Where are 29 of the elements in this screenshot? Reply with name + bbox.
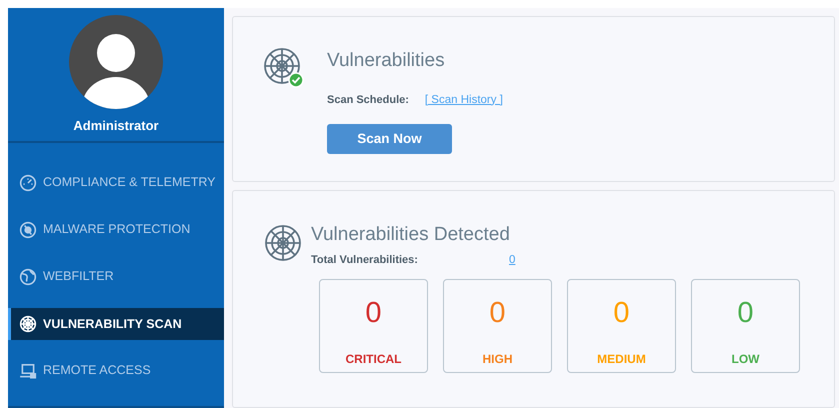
sidebar-item[interactable]: MALWARE PROTECTION bbox=[8, 206, 224, 253]
severity-label: MEDIUM bbox=[597, 350, 646, 368]
severity-count: 0 bbox=[365, 296, 382, 331]
sidebar-item[interactable]: REMOTE ACCESS bbox=[8, 347, 224, 394]
radar-check-icon bbox=[263, 47, 305, 89]
sidebar-item[interactable]: COMPLIANCE & TELEMETRY bbox=[8, 159, 224, 206]
sidebar-item[interactable]: WEBFILTER bbox=[8, 253, 224, 300]
laptop-lock-icon bbox=[19, 362, 37, 380]
scan-now-button[interactable]: Scan Now bbox=[327, 124, 452, 154]
card-title: Vulnerabilities Detected bbox=[311, 223, 511, 247]
card-title: Vulnerabilities bbox=[327, 49, 446, 73]
severity-count: 0 bbox=[489, 296, 506, 331]
shield-icon bbox=[19, 220, 37, 238]
globe-icon bbox=[19, 268, 37, 286]
scan-schedule-label: Scan Schedule: bbox=[327, 92, 409, 108]
scan-history-link[interactable]: [ Scan History ] bbox=[424, 92, 503, 109]
gauge-icon bbox=[19, 174, 37, 192]
severity-label: LOW bbox=[732, 350, 760, 368]
user-name: Administrator bbox=[73, 117, 159, 135]
severity-count: 0 bbox=[737, 296, 754, 331]
radar-icon bbox=[263, 223, 303, 263]
total-label: Total Vulnerabilities: bbox=[311, 252, 419, 268]
severity-count: 0 bbox=[613, 296, 630, 331]
severity-label: CRITICAL bbox=[346, 350, 402, 368]
total-count-link[interactable]: 0 bbox=[509, 252, 516, 269]
sidebar-item[interactable]: VULNERABILITY SCAN bbox=[8, 308, 224, 340]
severity-label: HIGH bbox=[482, 350, 512, 368]
avatar-icon bbox=[69, 15, 163, 109]
radar-icon bbox=[19, 315, 37, 333]
